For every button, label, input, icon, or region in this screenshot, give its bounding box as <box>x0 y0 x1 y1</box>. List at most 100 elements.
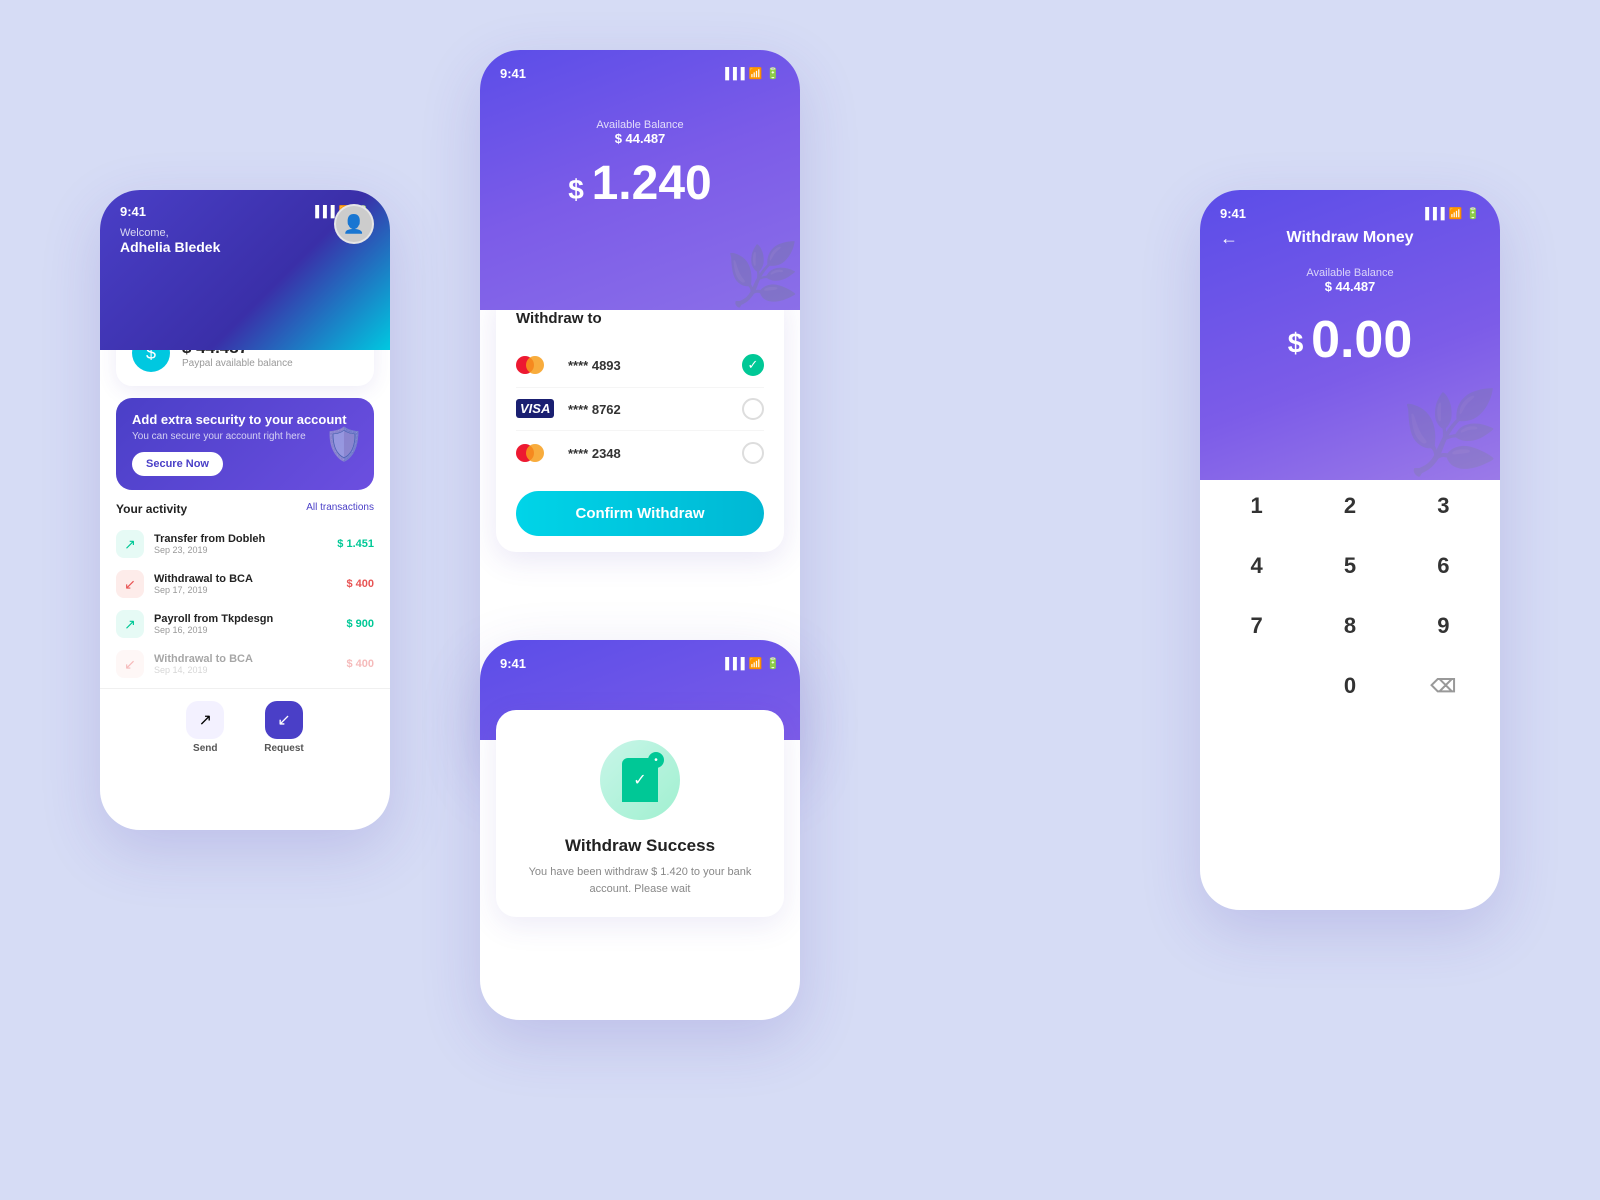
numpad-key-1[interactable]: 1 <box>1210 476 1303 536</box>
mastercard-logo <box>516 441 556 465</box>
phone-withdraw-success: 9:41 ▐▐▐ 📶 🔋 ✓ • Withdraw Success You ha… <box>480 640 800 1020</box>
table-row: ↙ Withdrawal to BCA Sep 14, 2019 $ 400 <box>100 644 390 684</box>
dot-icon: • <box>648 752 664 768</box>
numpad-key-9[interactable]: 9 <box>1397 596 1490 656</box>
phone-numpad: 9:41 ▐▐▐ 📶 🔋 ← Withdraw Money Available … <box>1200 190 1500 910</box>
checkmark-icon: ✓ <box>633 770 646 790</box>
radio-selected[interactable]: ✓ <box>742 354 764 376</box>
time: 9:41 <box>120 204 146 219</box>
send-icon: ↗ <box>186 701 224 739</box>
table-row: ↗ Payroll from Tkpdesgn Sep 16, 2019 $ 9… <box>100 604 390 644</box>
available-amount: $ 44.487 <box>615 131 666 146</box>
withdraw-input-amount: $ 0.00 <box>1220 310 1480 370</box>
all-transactions-link[interactable]: All transactions <box>306 502 374 516</box>
tx-info: Withdrawal to BCA Sep 17, 2019 <box>154 573 336 595</box>
tx-info: Transfer from Dobleh Sep 23, 2019 <box>154 533 327 555</box>
card-number: **** 8762 <box>568 402 730 417</box>
visa-logo-wrap: VISA <box>516 400 556 418</box>
activity-title: Your activity <box>116 502 187 516</box>
numpad-key-4[interactable]: 4 <box>1210 536 1303 596</box>
radio-unselected[interactable] <box>742 442 764 464</box>
mastercard-logo <box>516 353 556 377</box>
bottom-nav: ↗ Send ↙ Request <box>100 688 390 770</box>
tx-name: Transfer from Dobleh <box>154 533 327 545</box>
tx-amount: $ 900 <box>346 618 374 630</box>
income-icon: ↗ <box>116 610 144 638</box>
wifi-icon: 📶 <box>749 67 763 80</box>
status-icons: ▐▐▐ 📶 🔋 <box>721 67 780 80</box>
withdraw-header: 9:41 ▐▐▐ 📶 🔋 Available Balance $ 44.487 … <box>480 50 800 310</box>
leaf-decoration: 🌿 <box>725 239 800 310</box>
battery-icon: 🔋 <box>1466 207 1480 220</box>
numpad-key-5[interactable]: 5 <box>1303 536 1396 596</box>
status-bar: 9:41 ▐▐▐ 📶 🔋 <box>500 656 780 671</box>
success-title: Withdraw Success <box>516 836 764 856</box>
numpad-card: 1 2 3 4 5 6 7 8 9 0 ⌫ <box>1200 460 1500 732</box>
table-row: ↙ Withdrawal to BCA Sep 17, 2019 $ 400 <box>100 564 390 604</box>
tx-name: Withdrawal to BCA <box>154 573 336 585</box>
radio-unselected[interactable] <box>742 398 764 420</box>
card-number: **** 4893 <box>568 358 730 373</box>
available-label: Available Balance <box>1220 267 1480 279</box>
status-icons: ▐▐▐ 📶 🔋 <box>1421 207 1480 220</box>
dashboard-header: 9:41 ▐▐▐ 📶 🔋 Welcome, Adhelia Bledek 👤 <box>100 190 390 350</box>
withdraw-to-card: Withdraw to **** 4893 ✓ VISA **** 8762 <box>496 290 784 552</box>
time: 9:41 <box>500 66 526 81</box>
signal-icon: ▐▐▐ <box>721 658 744 670</box>
status-icons: ▐▐▐ 📶 🔋 <box>721 657 780 670</box>
tx-amount: $ 400 <box>346 578 374 590</box>
status-bar: 9:41 ▐▐▐ 📶 🔋 <box>1220 206 1480 221</box>
signal-icon: ▐▐▐ <box>311 206 334 218</box>
withdraw-amount: $ 1.240 <box>568 156 711 211</box>
activity-header: Your activity All transactions <box>100 502 390 524</box>
numpad-key-empty <box>1210 656 1303 716</box>
visa-logo: VISA <box>516 399 554 418</box>
signal-icon: ▐▐▐ <box>721 68 744 80</box>
success-icon-circle: ✓ • <box>600 740 680 820</box>
tx-date: Sep 14, 2019 <box>154 665 336 675</box>
withdraw-to-title: Withdraw to <box>516 310 764 327</box>
tx-amount: $ 1.451 <box>337 538 374 550</box>
request-button[interactable]: ↙ Request <box>264 701 303 754</box>
numpad-header: 9:41 ▐▐▐ 📶 🔋 ← Withdraw Money Available … <box>1200 190 1500 480</box>
username-text: Adhelia Bledek <box>120 239 370 255</box>
numpad-key-3[interactable]: 3 <box>1397 476 1490 536</box>
confirm-withdraw-button[interactable]: Confirm Withdraw <box>516 491 764 536</box>
battery-icon: 🔋 <box>766 67 780 80</box>
signal-icon: ▐▐▐ <box>1421 208 1444 220</box>
numpad-key-2[interactable]: 2 <box>1303 476 1396 536</box>
receipt-icon: ✓ • <box>622 758 658 802</box>
tx-date: Sep 23, 2019 <box>154 545 327 555</box>
status-bar: 9:41 ▐▐▐ 📶 🔋 <box>500 66 780 81</box>
expense-icon: ↙ <box>116 570 144 598</box>
numpad-key-7[interactable]: 7 <box>1210 596 1303 656</box>
tx-date: Sep 17, 2019 <box>154 585 336 595</box>
payment-option-3[interactable]: **** 2348 <box>516 431 764 475</box>
dollar-sign: $ <box>568 174 591 205</box>
dollar-sign: $ <box>1288 327 1311 358</box>
tx-name: Withdrawal to BCA <box>154 653 336 665</box>
numpad-delete-key[interactable]: ⌫ <box>1397 656 1490 716</box>
available-label: Available Balance <box>596 119 683 131</box>
tx-info: Payroll from Tkpdesgn Sep 16, 2019 <box>154 613 336 635</box>
success-desc: You have been withdraw $ 1.420 to your b… <box>516 864 764 897</box>
wifi-icon: 📶 <box>1449 207 1463 220</box>
secure-now-button[interactable]: Secure Now <box>132 452 223 476</box>
welcome-text: Welcome, <box>120 227 370 239</box>
security-card: Add extra security to your account You c… <box>116 398 374 490</box>
tx-date: Sep 16, 2019 <box>154 625 336 635</box>
back-arrow-icon[interactable]: ← <box>1220 228 1238 249</box>
expense-icon: ↙ <box>116 650 144 678</box>
balance-label: Paypal available balance <box>182 358 293 369</box>
payment-option-1[interactable]: **** 4893 ✓ <box>516 343 764 388</box>
numpad-key-8[interactable]: 8 <box>1303 596 1396 656</box>
tx-name: Payroll from Tkpdesgn <box>154 613 336 625</box>
mc-yellow-circle <box>526 356 544 374</box>
payment-option-2[interactable]: VISA **** 8762 <box>516 388 764 431</box>
status-bar: 9:41 ▐▐▐ 📶 🔋 <box>120 204 370 219</box>
numpad-key-0[interactable]: 0 <box>1303 656 1396 716</box>
send-button[interactable]: ↗ Send <box>186 701 224 754</box>
numpad-grid: 1 2 3 4 5 6 7 8 9 0 ⌫ <box>1210 476 1490 716</box>
numpad-key-6[interactable]: 6 <box>1397 536 1490 596</box>
tx-info: Withdrawal to BCA Sep 14, 2019 <box>154 653 336 675</box>
